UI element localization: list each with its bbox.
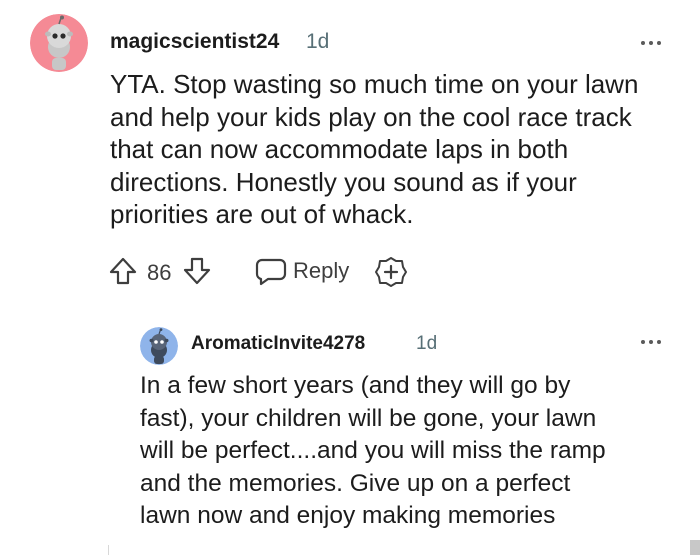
comment-body: In a few short years (and they will go b… (140, 372, 606, 529)
speech-bubble-icon (255, 258, 287, 286)
downvote-button[interactable] (182, 256, 212, 286)
comment: magicscientist24 1d YTA. Stop wasting so… (0, 0, 700, 300)
reply-label: Reply (293, 258, 350, 283)
scrollbar[interactable] (690, 540, 700, 555)
downvote-arrow-icon (183, 257, 211, 285)
comment-age: 1d (306, 30, 330, 53)
award-plus-icon (375, 257, 407, 287)
more-options-icon[interactable] (641, 337, 667, 347)
award-button[interactable] (374, 255, 408, 289)
comment-age: 1d (416, 333, 438, 354)
user-avatar[interactable] (30, 14, 88, 72)
comment-actions: 86 Reply (0, 252, 700, 292)
upvote-arrow-icon (109, 257, 137, 285)
username[interactable]: AromaticInvite4278 (191, 333, 365, 355)
reply-comment: AromaticInvite4278 1d In a few short yea… (0, 300, 700, 555)
snoo-avatar-icon (140, 327, 178, 365)
comment-body: YTA. Stop wasting so much time on your l… (110, 69, 639, 229)
more-options-icon[interactable] (641, 38, 667, 48)
thread-line[interactable] (108, 545, 109, 555)
username[interactable]: magicscientist24 (110, 30, 279, 54)
user-avatar[interactable] (140, 327, 178, 365)
vote-count: 86 (147, 260, 172, 285)
upvote-button[interactable] (108, 256, 138, 286)
reply-button[interactable]: Reply (254, 254, 349, 288)
snoo-avatar-icon (30, 14, 88, 72)
